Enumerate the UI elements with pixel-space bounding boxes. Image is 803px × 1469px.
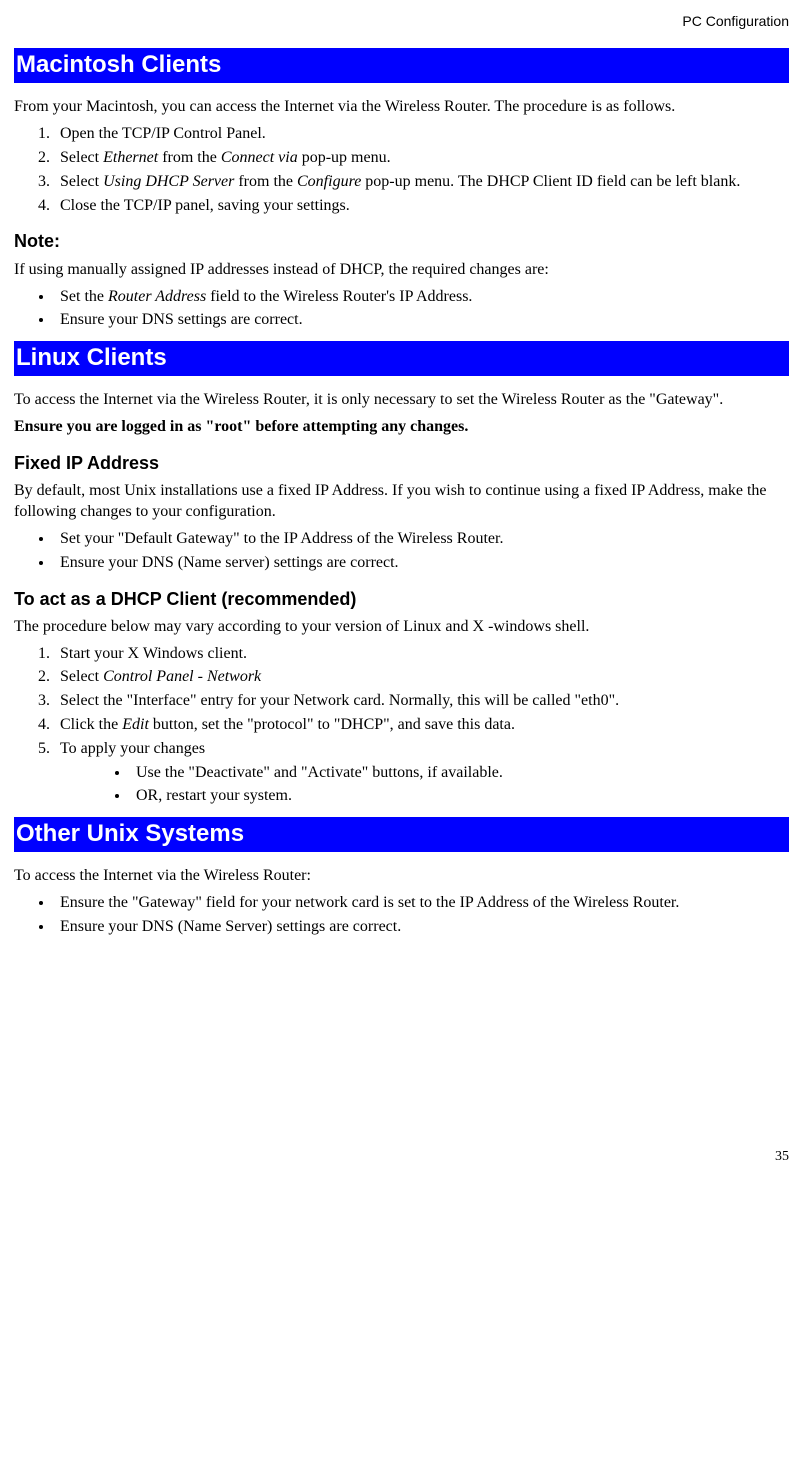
text-run: pop-up menu. bbox=[298, 149, 391, 166]
text-run: Select bbox=[60, 173, 103, 190]
linux-dhcp-intro: The procedure below may vary according t… bbox=[14, 617, 789, 638]
linux-fixed-intro: By default, most Unix installations use … bbox=[14, 481, 789, 523]
text-run: button, set the "protocol" to "DHCP", an… bbox=[149, 716, 515, 733]
text-run: Select bbox=[60, 149, 103, 166]
list-item: Set your "Default Gateway" to the IP Add… bbox=[54, 529, 789, 550]
text-run-italic: Connect via bbox=[221, 149, 298, 166]
text-run: from the bbox=[234, 173, 297, 190]
text-run-italic: Router Address bbox=[108, 288, 206, 305]
text-run-italic: Ethernet bbox=[103, 149, 158, 166]
list-item: To apply your changes Use the "Deactivat… bbox=[54, 739, 789, 807]
text-run: Set the bbox=[60, 288, 108, 305]
list-item: Ensure your DNS settings are correct. bbox=[54, 310, 789, 331]
unix-bullets: Ensure the "Gateway" field for your netw… bbox=[14, 893, 789, 938]
mac-note-bullets: Set the Router Address field to the Wire… bbox=[14, 287, 789, 332]
list-item: Ensure your DNS (Name server) settings a… bbox=[54, 553, 789, 574]
linux-intro: To access the Internet via the Wireless … bbox=[14, 390, 789, 411]
heading-linux-clients: Linux Clients bbox=[14, 341, 789, 376]
text-run-italic: Using DHCP Server bbox=[103, 173, 234, 190]
list-item: Select Ethernet from the Connect via pop… bbox=[54, 148, 789, 169]
text-run: field to the Wireless Router's IP Addres… bbox=[206, 288, 472, 305]
running-header: PC Configuration bbox=[14, 12, 789, 30]
page-number: 35 bbox=[14, 1148, 789, 1166]
linux-fixed-bullets: Set your "Default Gateway" to the IP Add… bbox=[14, 529, 789, 574]
list-item: Start your X Windows client. bbox=[54, 644, 789, 665]
list-item: Set the Router Address field to the Wire… bbox=[54, 287, 789, 308]
text-run-italic: Edit bbox=[122, 716, 149, 733]
list-item: Select the "Interface" entry for your Ne… bbox=[54, 691, 789, 712]
text-run-italic: Configure bbox=[297, 173, 361, 190]
list-item: Select Using DHCP Server from the Config… bbox=[54, 172, 789, 193]
text-run: Select bbox=[60, 668, 103, 685]
list-item: Close the TCP/IP panel, saving your sett… bbox=[54, 196, 789, 217]
mac-steps-list: Open the TCP/IP Control Panel. Select Et… bbox=[14, 124, 789, 216]
unix-intro: To access the Internet via the Wireless … bbox=[14, 866, 789, 887]
list-item: Select Control Panel - Network bbox=[54, 667, 789, 688]
text-run: To apply your changes bbox=[60, 740, 205, 757]
text-run: from the bbox=[158, 149, 221, 166]
heading-macintosh-clients: Macintosh Clients bbox=[14, 48, 789, 83]
list-item: Ensure the "Gateway" field for your netw… bbox=[54, 893, 789, 914]
heading-note: Note: bbox=[14, 230, 789, 253]
list-item: Open the TCP/IP Control Panel. bbox=[54, 124, 789, 145]
mac-intro: From your Macintosh, you can access the … bbox=[14, 97, 789, 118]
mac-note-intro: If using manually assigned IP addresses … bbox=[14, 260, 789, 281]
heading-other-unix: Other Unix Systems bbox=[14, 817, 789, 852]
text-run: Click the bbox=[60, 716, 122, 733]
list-item: OR, restart your system. bbox=[130, 786, 789, 807]
text-run: pop-up menu. The DHCP Client ID field ca… bbox=[361, 173, 740, 190]
heading-fixed-ip: Fixed IP Address bbox=[14, 452, 789, 475]
list-item: Use the "Deactivate" and "Activate" butt… bbox=[130, 763, 789, 784]
list-item: Click the Edit button, set the "protocol… bbox=[54, 715, 789, 736]
linux-root-line: Ensure you are logged in as "root" befor… bbox=[14, 417, 789, 438]
heading-dhcp-client: To act as a DHCP Client (recommended) bbox=[14, 588, 789, 611]
linux-dhcp-substeps: Use the "Deactivate" and "Activate" butt… bbox=[60, 763, 789, 808]
list-item: Ensure your DNS (Name Server) settings a… bbox=[54, 917, 789, 938]
linux-dhcp-steps: Start your X Windows client. Select Cont… bbox=[14, 644, 789, 808]
text-run-italic: Control Panel - Network bbox=[103, 668, 261, 685]
